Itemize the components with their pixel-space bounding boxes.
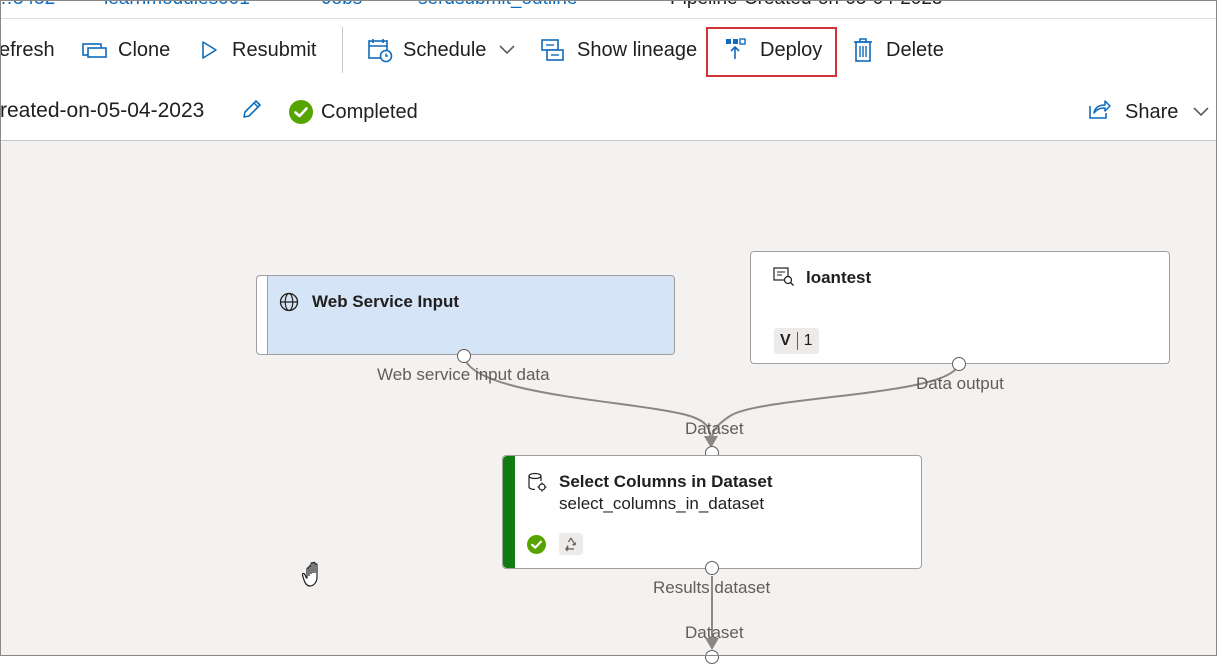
version-number: 1 bbox=[803, 332, 813, 349]
port-label: Data output bbox=[916, 374, 1004, 393]
status-label: Completed bbox=[321, 100, 418, 123]
node-subtitle: select_columns_in_dataset bbox=[559, 494, 765, 513]
dataset-icon bbox=[773, 267, 795, 292]
edit-icon[interactable] bbox=[240, 97, 264, 126]
command-toolbar: efresh Clone Resubmit Schedule Show line… bbox=[0, 18, 1217, 82]
share-icon bbox=[1087, 98, 1111, 126]
delete-label: Delete bbox=[886, 38, 944, 61]
completed-check-icon bbox=[527, 535, 546, 559]
input-port[interactable] bbox=[705, 650, 719, 664]
web-service-input-node[interactable]: Web Service Input bbox=[256, 275, 675, 355]
delete-icon bbox=[850, 37, 876, 63]
node-title: Select Columns in Dataset bbox=[559, 472, 773, 491]
schedule-button[interactable]: Schedule bbox=[367, 19, 516, 81]
delete-button[interactable]: Delete bbox=[850, 19, 944, 81]
port-label: Results dataset bbox=[653, 578, 771, 597]
connection-lines bbox=[463, 355, 959, 650]
schedule-icon bbox=[367, 37, 393, 63]
version-badge: V 1 bbox=[774, 328, 819, 354]
breadcrumb: …3452 learnmodules001 Jobs serdsubmit_ou… bbox=[0, 0, 1217, 10]
share-button[interactable]: Share bbox=[1087, 98, 1210, 126]
chevron-down-icon bbox=[498, 44, 516, 56]
module-icon bbox=[527, 472, 549, 499]
refresh-label: efresh bbox=[0, 38, 55, 61]
breadcrumb-current: Pipeline-Created-on-05-04-2023 bbox=[670, 0, 943, 10]
completed-check-icon bbox=[289, 100, 313, 124]
show-lineage-icon bbox=[541, 37, 567, 63]
resubmit-label: Resubmit bbox=[232, 38, 317, 61]
breadcrumb-item[interactable]: serdsubmit_outline bbox=[418, 0, 577, 10]
pipeline-header: reated-on-05-04-2023 Completed Share bbox=[0, 81, 1217, 141]
show-lineage-label: Show lineage bbox=[577, 38, 698, 61]
reuse-tag bbox=[559, 533, 583, 555]
select-columns-node[interactable]: Select Columns in Dataset select_columns… bbox=[502, 455, 922, 569]
toolbar-divider bbox=[342, 27, 343, 73]
breadcrumb-item[interactable]: …3452 bbox=[0, 0, 55, 10]
schedule-label: Schedule bbox=[403, 38, 487, 61]
resubmit-button[interactable]: Resubmit bbox=[196, 19, 316, 81]
refresh-button[interactable]: efresh bbox=[0, 19, 55, 81]
port-label: Dataset bbox=[685, 419, 744, 438]
port-label: Web service input data bbox=[377, 365, 550, 384]
resubmit-icon bbox=[196, 37, 222, 63]
show-lineage-button[interactable]: Show lineage bbox=[541, 19, 697, 81]
breadcrumb-item[interactable]: learnmodules001 bbox=[104, 0, 250, 10]
recycle-icon bbox=[564, 537, 577, 552]
success-status-bar bbox=[503, 456, 515, 568]
page-title: reated-on-05-04-2023 bbox=[0, 99, 205, 122]
node-title: loantest bbox=[806, 268, 872, 287]
output-port[interactable] bbox=[705, 561, 719, 575]
chevron-down-icon bbox=[1192, 101, 1210, 124]
globe-icon bbox=[279, 292, 299, 317]
breadcrumb-item[interactable]: Jobs bbox=[322, 0, 362, 10]
version-prefix: V bbox=[780, 332, 798, 350]
status-badge: Completed bbox=[289, 100, 418, 124]
pipeline-canvas[interactable]: Web Service Input Web service input data… bbox=[0, 141, 1217, 664]
hand-cursor-icon bbox=[300, 559, 330, 594]
clone-icon bbox=[82, 37, 108, 63]
node-title: Web Service Input bbox=[312, 292, 460, 311]
port-label: Dataset bbox=[685, 623, 744, 642]
node-leftbar bbox=[257, 276, 268, 354]
output-port[interactable] bbox=[952, 357, 966, 371]
share-label: Share bbox=[1125, 100, 1179, 123]
deploy-highlight-box bbox=[706, 27, 837, 77]
clone-button[interactable]: Clone bbox=[82, 19, 170, 81]
clone-label: Clone bbox=[118, 38, 171, 61]
output-port[interactable] bbox=[457, 349, 471, 363]
loantest-dataset-node[interactable]: loantest V 1 bbox=[750, 251, 1170, 364]
